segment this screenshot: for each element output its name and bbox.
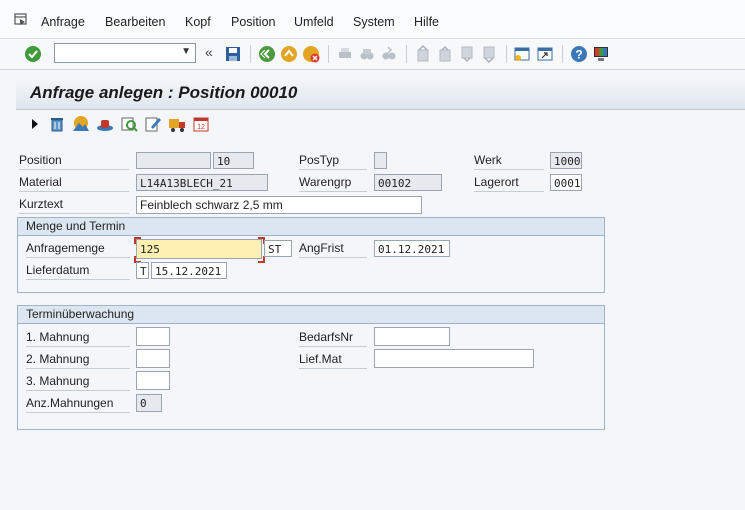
position-field-prefix <box>136 152 211 169</box>
bedarfsnr-label: BedarfsNr <box>299 330 367 347</box>
anfragemenge-label: Anfragemenge <box>26 241 130 258</box>
cancel-icon[interactable] <box>302 45 320 63</box>
svg-text:12: 12 <box>197 124 205 131</box>
hat-icon[interactable] <box>96 115 114 133</box>
lagerort-field[interactable]: 0001 <box>550 174 582 191</box>
find-icon <box>360 49 374 60</box>
mahnung1-field[interactable] <box>136 327 170 346</box>
warengrp-label: Warengrp <box>299 175 367 192</box>
postyp-field <box>374 152 387 169</box>
chevron-down-icon[interactable]: ▼ <box>181 46 191 57</box>
menu-bar: Anfrage Bearbeiten Kopf Position Umfeld … <box>0 0 745 39</box>
werk-field: 1000 <box>550 152 582 169</box>
kurztext-field[interactable]: Feinblech schwarz 2,5 mm <box>136 196 422 214</box>
angfrist-label: AngFrist <box>299 241 367 258</box>
menu-umfeld[interactable]: Umfeld <box>294 15 334 29</box>
lagerort-label: Lagerort <box>474 175 544 192</box>
required-corner-marker <box>134 237 141 244</box>
svg-text:?: ? <box>575 48 582 62</box>
lieferdatum-label: Lieferdatum <box>26 263 130 280</box>
mahnung3-label: 3. Mahnung <box>26 374 130 391</box>
anz-mahnungen-label: Anz.Mahnungen <box>26 396 130 413</box>
new-session-icon[interactable] <box>513 45 531 63</box>
print-icon <box>339 48 351 58</box>
menu-position[interactable]: Position <box>231 15 275 29</box>
menu-hilfe[interactable]: Hilfe <box>414 15 439 29</box>
werk-label: Werk <box>474 153 544 170</box>
angfrist-field[interactable]: 01.12.2021 <box>374 240 450 257</box>
lieferdatum-field[interactable]: 15.12.2021 <box>151 262 227 279</box>
next-page-icon <box>461 46 473 63</box>
toolbar-separator <box>328 45 329 63</box>
toolbar-separator <box>506 45 507 63</box>
unit-field[interactable]: ST <box>264 240 292 257</box>
magnifier-icon[interactable] <box>120 115 138 133</box>
menu-bearbeiten[interactable]: Bearbeiten <box>105 15 165 29</box>
command-field[interactable]: ▼ <box>54 43 196 63</box>
menu-kopf[interactable]: Kopf <box>185 15 211 29</box>
warengrp-field: 00102 <box>374 174 442 191</box>
exit-icon[interactable] <box>280 45 298 63</box>
play-icon[interactable] <box>30 118 40 130</box>
title-bar: Anfrage anlegen : Position 00010 <box>16 79 745 110</box>
first-page-icon <box>417 45 429 62</box>
back-icon[interactable] <box>258 45 276 63</box>
shortcut-icon[interactable] <box>536 45 554 63</box>
lieferdatum-category-field[interactable]: T <box>136 262 149 279</box>
position-label: Position <box>19 153 129 170</box>
menu-system[interactable]: System <box>353 15 395 29</box>
truck-icon[interactable] <box>168 115 186 133</box>
trash-icon[interactable] <box>48 115 66 133</box>
terminueberwachung-header: Terminüberwachung <box>18 306 604 324</box>
bedarfsnr-field[interactable] <box>374 327 450 346</box>
mountain-icon[interactable] <box>72 115 90 133</box>
previous-page-icon <box>439 45 451 62</box>
application-toolbar: 12 <box>16 110 745 140</box>
page-title: Anfrage anlegen : Position 00010 <box>30 83 298 102</box>
help-icon[interactable]: ? <box>570 45 588 63</box>
mahnung3-field[interactable] <box>136 371 170 390</box>
save-icon[interactable] <box>224 45 242 63</box>
toolbar-separator <box>406 45 407 63</box>
toolbar-separator <box>562 45 563 63</box>
window-menu-icon[interactable] <box>14 13 28 26</box>
collapse-icon[interactable]: « <box>205 44 213 60</box>
toolbar-separator <box>250 45 251 63</box>
green-check-icon[interactable] <box>24 45 42 63</box>
last-page-icon <box>483 46 495 63</box>
liefmat-field[interactable] <box>374 349 534 368</box>
material-label: Material <box>19 175 129 192</box>
calendar-icon[interactable]: 12 <box>192 115 210 133</box>
kurztext-label: Kurztext <box>19 197 129 214</box>
customize-layout-icon[interactable] <box>592 45 610 63</box>
postyp-label: PosTyp <box>299 153 367 170</box>
mahnung2-field[interactable] <box>136 349 170 368</box>
required-corner-marker <box>258 256 265 263</box>
anz-mahnungen-field: 0 <box>136 394 162 412</box>
liefmat-label: Lief.Mat <box>299 352 367 369</box>
position-field: 10 <box>213 152 254 169</box>
anfragemenge-field[interactable]: 125 <box>136 239 262 259</box>
material-field: L14A13BLECH_21 <box>136 174 268 191</box>
menge-und-termin-header: Menge und Termin <box>18 218 604 236</box>
mahnung2-label: 2. Mahnung <box>26 352 130 369</box>
standard-toolbar: ▼ « ? <box>0 39 745 70</box>
find-next-icon <box>382 46 396 60</box>
menu-anfrage[interactable]: Anfrage <box>41 15 85 29</box>
edit-text-icon[interactable] <box>144 115 162 133</box>
mahnung1-label: 1. Mahnung <box>26 330 130 347</box>
